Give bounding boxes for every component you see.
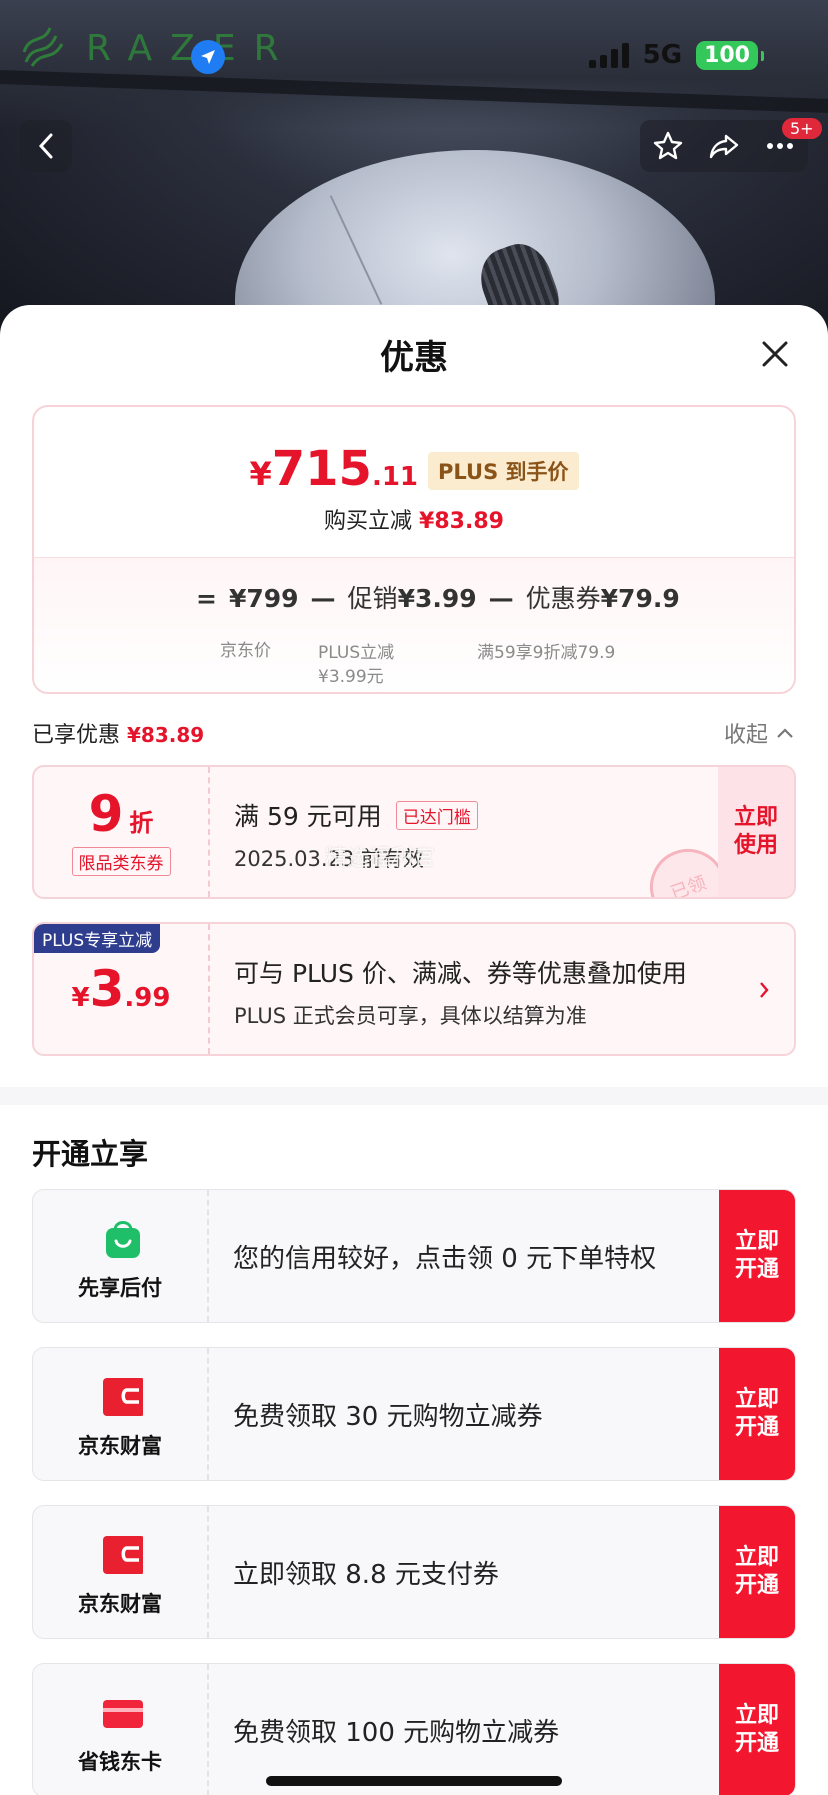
close-icon[interactable] <box>760 339 790 369</box>
status-bar: 5G 100 <box>588 40 764 70</box>
plus-ribbon: PLUS专享立减 <box>34 924 161 953</box>
home-indicator[interactable] <box>266 1776 562 1786</box>
coupon-title: 满 59 元可用 <box>234 802 382 831</box>
service-card: 先享后付 您的信用较好，点击领 0 元下单特权 立即 开通 <box>32 1189 796 1323</box>
signal-icon <box>588 42 629 68</box>
product-mouse-image <box>235 150 715 330</box>
service-desc: 立即领取 8.8 元支付券 <box>233 1559 499 1590</box>
discount-sheet: 优惠 ¥715.11 PLUS 到手价 购买立减 ¥83.89 = ¥799 —… <box>0 305 828 1795</box>
back-button[interactable] <box>20 120 72 172</box>
price-breakdown <box>34 557 794 692</box>
collapse-button[interactable]: 收起 <box>724 717 794 749</box>
threshold-tag: 已达门槛 <box>395 800 478 830</box>
open-section-title: 开通立享 <box>32 1137 149 1171</box>
jd-price-value: ¥799 <box>228 584 299 613</box>
service-desc: 您的信用较好，点击领 0 元下单特权 <box>233 1243 657 1274</box>
service-card: 京东财富 立即领取 8.8 元支付券 立即 开通 <box>32 1505 796 1639</box>
plus-coupon-subtitle: PLUS 正式会员可享，具体以结算为准 <box>234 1004 587 1028</box>
message-badge: 5+ <box>782 118 822 139</box>
service-name: 京东财富 <box>78 1592 162 1616</box>
coupon-type-tag: 限品类东券 <box>71 847 171 876</box>
price-summary-card: ¥715.11 PLUS 到手价 购买立减 ¥83.89 = ¥799 — 促销… <box>32 405 796 694</box>
chevron-right-icon <box>760 982 769 998</box>
network-type: 5G <box>642 40 683 70</box>
card-icon <box>103 1700 143 1728</box>
section-divider <box>0 1087 828 1105</box>
coupon-note: 满59享9折减79.9 <box>477 643 616 663</box>
service-desc: 免费领取 30 元购物立减券 <box>233 1401 543 1432</box>
instant-discount: 购买立减 ¥83.89 <box>324 509 504 534</box>
shopping-bag-icon <box>106 1221 140 1258</box>
open-now-button[interactable]: 立即 开通 <box>719 1190 795 1322</box>
chevron-up-icon <box>777 728 793 738</box>
wallet-icon <box>103 1536 143 1574</box>
coupon-card-plus[interactable]: ¥3.99 PLUS专享立减 可与 PLUS 价、满减、券等优惠叠加使用 PLU… <box>32 922 796 1056</box>
open-now-button[interactable]: 立即 开通 <box>719 1348 795 1480</box>
enjoyed-discount: 已享优惠 ¥83.89 <box>32 723 205 748</box>
service-name: 省钱东卡 <box>78 1750 162 1774</box>
battery-indicator: 100 <box>696 40 764 70</box>
service-card: 京东财富 免费领取 30 元购物立减券 立即 开通 <box>32 1347 796 1481</box>
promo-note: PLUS立减 ¥3.99元 <box>318 643 395 687</box>
discount-number: 9 <box>88 785 124 843</box>
price-formula: = ¥799 — 促销 ¥3.99 — 优惠券 ¥79.9 <box>196 584 680 613</box>
open-now-button[interactable]: 立即 开通 <box>719 1664 795 1795</box>
razer-snake-icon <box>22 27 64 67</box>
promo-value: ¥3.99 <box>397 584 477 613</box>
star-icon[interactable] <box>652 130 684 162</box>
plus-price-tag: PLUS 到手价 <box>428 452 579 490</box>
service-name: 先享后付 <box>78 1276 162 1300</box>
share-icon[interactable] <box>708 130 740 162</box>
location-arrow-icon <box>191 40 225 74</box>
wallet-icon <box>103 1378 143 1416</box>
final-price: ¥715.11 <box>249 441 418 497</box>
coupon-card-discount: 9折 限品类东券 满 59 元可用 已达门槛 2025.03.23 前有效 已领… <box>32 765 796 899</box>
plus-discount-number: 3 <box>89 960 125 1018</box>
final-price-row: ¥715.11 PLUS 到手价 <box>34 441 794 497</box>
watermark-text: 精选福利官 <box>325 846 436 871</box>
use-now-button[interactable]: 立即 使用 <box>718 767 794 897</box>
brand-logo: RAZER <box>16 22 297 74</box>
open-now-button[interactable]: 立即 开通 <box>719 1506 795 1638</box>
sheet-title: 优惠 <box>380 338 448 378</box>
service-name: 京东财富 <box>78 1434 162 1458</box>
coupon-left: 9折 限品类东券 <box>34 767 210 897</box>
chevron-left-icon <box>38 133 53 159</box>
jd-price-label: 京东价 <box>220 641 271 661</box>
coupon-value: ¥79.9 <box>600 584 680 613</box>
plus-coupon-title: 可与 PLUS 价、满减、券等优惠叠加使用 <box>234 959 687 988</box>
